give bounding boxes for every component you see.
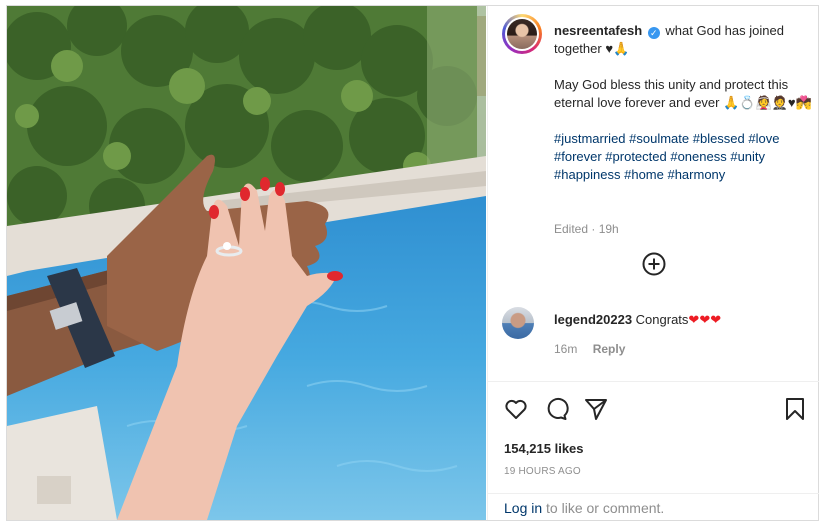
login-suffix: to like or comment. <box>542 500 665 516</box>
likes-count[interactable]: 154,215 likes <box>504 441 584 456</box>
commenter-username[interactable]: legend20223 <box>554 312 632 327</box>
comment-meta: 16m Reply <box>554 342 625 356</box>
caption-hashtags[interactable]: #justmarried #soulmate #blessed #love #f… <box>554 130 814 184</box>
comment-age: 16m <box>554 342 578 356</box>
commenter-avatar[interactable] <box>502 307 534 339</box>
author-avatar[interactable] <box>502 14 542 54</box>
heart-icon[interactable] <box>503 396 529 422</box>
reply-button[interactable]: Reply <box>593 342 626 356</box>
caption-text: nesreentafesh ✓ what God has joined toge… <box>554 22 814 184</box>
login-prompt: Log in to like or comment. <box>488 493 819 521</box>
share-icon[interactable] <box>583 396 609 422</box>
login-link[interactable]: Log in <box>504 500 542 516</box>
verified-badge-icon: ✓ <box>647 27 660 39</box>
edited-label: Edited · 19h <box>554 222 619 236</box>
action-bar: 154,215 likes 19 hours ago Log in to lik… <box>488 381 819 520</box>
instagram-post: nesreentafesh ✓ what God has joined toge… <box>6 5 819 521</box>
avatar-image <box>507 19 537 49</box>
comment-body: Congrats <box>635 312 689 327</box>
post-side-panel: nesreentafesh ✓ what God has joined toge… <box>487 6 819 520</box>
post-timestamp[interactable]: 19 hours ago <box>504 466 581 477</box>
comment-hearts: ❤❤❤ <box>688 312 722 327</box>
comment-icon[interactable] <box>543 396 569 422</box>
bookmark-icon[interactable] <box>782 396 808 422</box>
caption-body: May God bless this unity and protect thi… <box>554 77 812 110</box>
plus-circle-icon[interactable] <box>641 251 667 277</box>
comment-text: legend20223 Congrats❤❤❤ <box>554 311 721 329</box>
post-photo[interactable] <box>7 6 486 520</box>
author-username[interactable]: nesreentafesh <box>554 23 642 38</box>
